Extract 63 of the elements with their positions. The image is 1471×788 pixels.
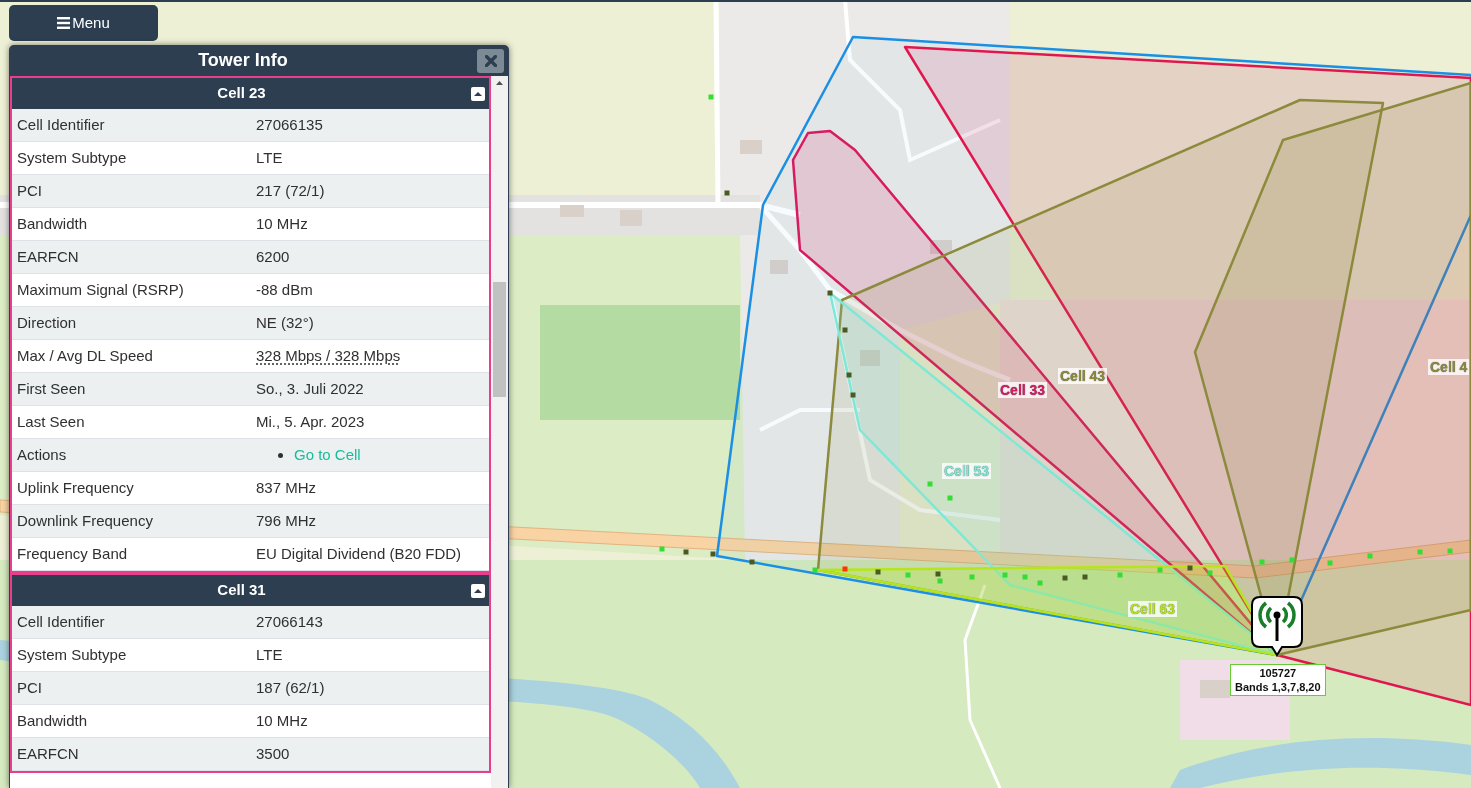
menu-icon — [57, 17, 71, 29]
building — [560, 205, 584, 217]
scrollbar-thumb[interactable] — [493, 282, 506, 397]
property-label: PCI — [16, 677, 43, 698]
property-label: System Subtype — [16, 147, 128, 168]
property-value: 837 MHz — [256, 477, 317, 498]
property-label: Cell Identifier — [16, 611, 106, 632]
property-label: Bandwidth — [16, 213, 89, 234]
property-label: Uplink Frequency — [16, 477, 135, 498]
collapse-button[interactable] — [471, 86, 485, 101]
property-label: Frequency Band — [16, 543, 129, 564]
property-label: First Seen — [16, 378, 87, 399]
property-value: LTE — [256, 147, 283, 168]
property-value: LTE — [256, 644, 283, 665]
property-label: Maximum Signal (RSRP) — [16, 279, 185, 300]
property-value: 27066143 — [256, 611, 323, 632]
sector-label: Cell 63 — [1128, 601, 1178, 617]
property-value: 187 (62/1) — [256, 677, 325, 698]
property-value: 10 MHz — [256, 710, 308, 731]
caret-up-icon — [474, 91, 482, 96]
property-label: Last Seen — [16, 411, 86, 432]
cell-title: Cell 23 — [216, 83, 267, 104]
sector-label: Cell 43 — [1058, 368, 1108, 384]
property-value: Mi., 5. Apr. 2023 — [256, 411, 365, 432]
sector-label: Cell 4 — [1428, 359, 1470, 375]
close-button[interactable] — [477, 48, 504, 73]
property-label: Actions — [16, 444, 68, 465]
property-value: EU Digital Dividend (B20 FDD) — [256, 543, 462, 564]
property-value: 10 MHz — [256, 213, 308, 234]
band-list: Bands 1,3,7,8,20 — [1235, 680, 1321, 694]
property-label: Direction — [16, 312, 78, 333]
property-label: EARFCN — [16, 246, 80, 267]
menu-button[interactable]: Menu — [9, 5, 158, 41]
building — [1200, 680, 1230, 698]
close-icon — [484, 54, 497, 67]
sector-label: Cell 53 — [942, 463, 992, 479]
building — [770, 260, 788, 274]
building — [930, 240, 952, 254]
property-value: So., 3. Juli 2022 — [256, 378, 364, 399]
building — [740, 140, 762, 154]
property-value: 796 MHz — [256, 510, 317, 531]
property-value: 3500 — [256, 743, 290, 764]
property-value: 328 Mbps / 328 Mbps — [256, 345, 401, 366]
bullet-icon — [278, 452, 283, 458]
property-label: Downlink Frequency — [16, 510, 154, 531]
caret-up-icon — [474, 588, 482, 593]
panel-title: Tower Info — [197, 49, 289, 72]
property-label: Max / Avg DL Speed — [16, 345, 154, 366]
property-value: 217 (72/1) — [256, 180, 325, 201]
property-value: 6200 — [256, 246, 290, 267]
tower-id: 105727 — [1259, 666, 1297, 680]
scroll-up-arrow-icon[interactable] — [496, 81, 503, 85]
property-value: 27066135 — [256, 114, 323, 135]
property-label: PCI — [16, 180, 43, 201]
cell-title: Cell 31 — [216, 580, 267, 601]
property-label: System Subtype — [16, 644, 128, 665]
property-value: -88 dBm — [256, 279, 313, 300]
property-value: NE (32°) — [256, 312, 314, 333]
sector-label: Cell 33 — [998, 382, 1048, 398]
property-label: Bandwidth — [16, 710, 89, 731]
property-label: EARFCN — [16, 743, 80, 764]
collapse-button[interactable] — [471, 583, 485, 598]
property-label: Cell Identifier — [16, 114, 106, 135]
